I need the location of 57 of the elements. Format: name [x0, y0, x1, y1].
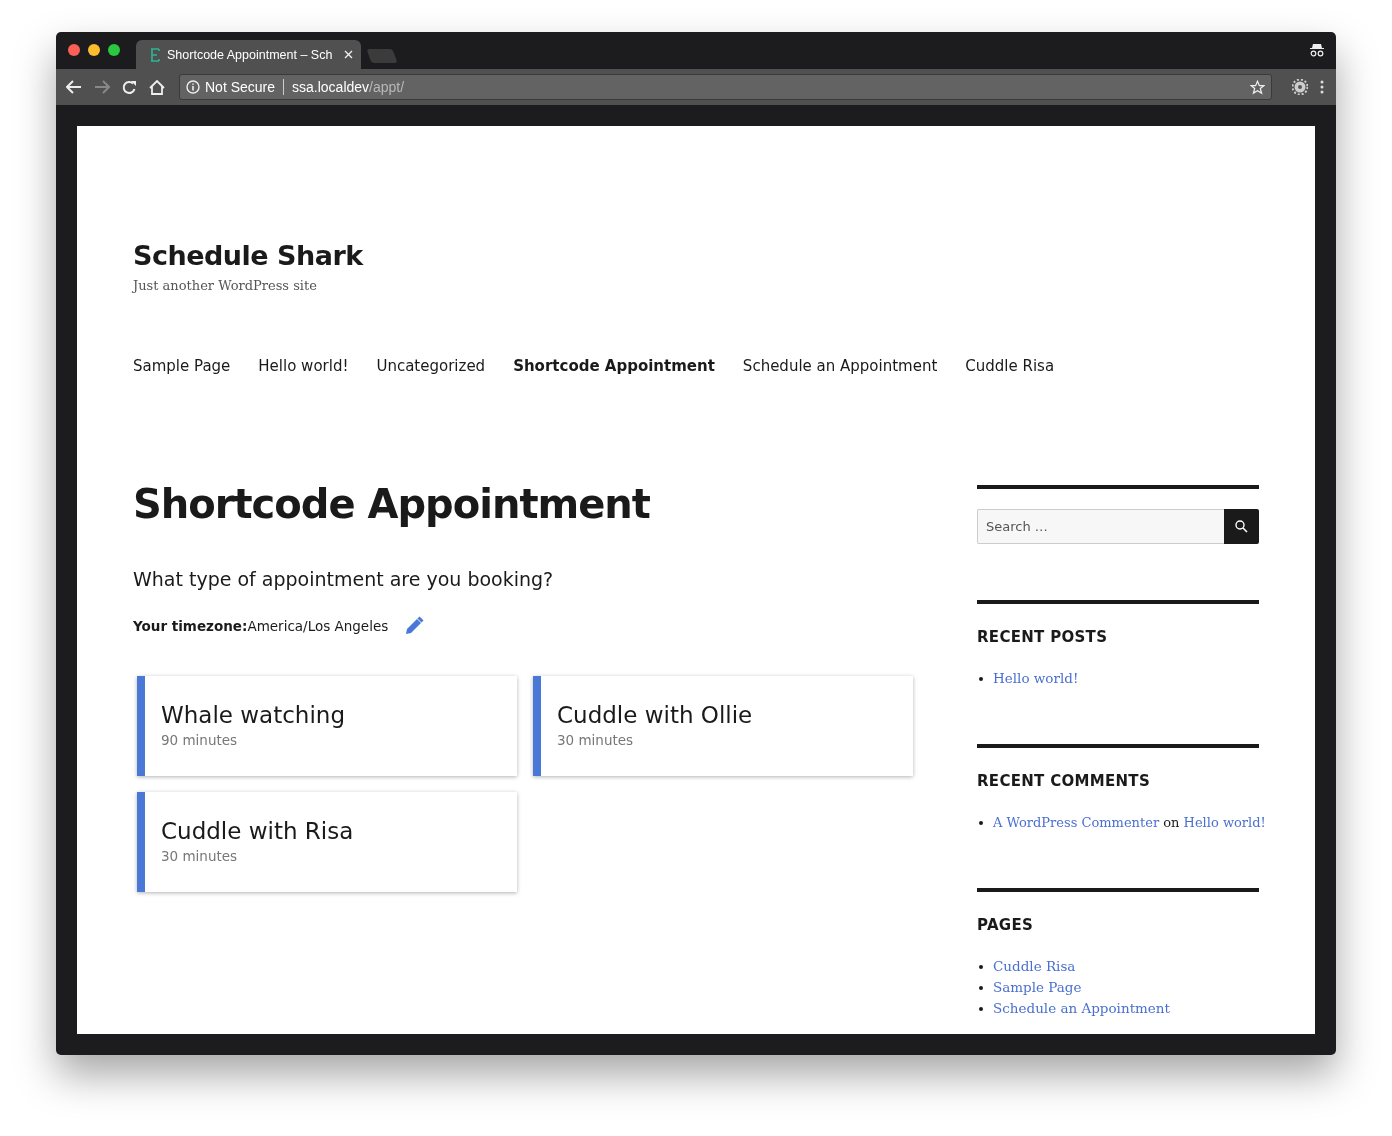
page-link[interactable]: Sample Page — [993, 977, 1082, 998]
search-button[interactable] — [1224, 509, 1259, 544]
nav-link[interactable]: Shortcode Appointment — [513, 357, 715, 375]
timezone-value: America/Los Angeles — [247, 618, 389, 634]
widget-heading: PAGES — [977, 916, 1035, 934]
close-icon[interactable] — [344, 50, 353, 59]
booking-question: What type of appointment are you booking? — [133, 568, 555, 590]
pencil-icon[interactable] — [404, 616, 425, 636]
timezone-label: Your timezone: — [133, 618, 248, 634]
page-link[interactable]: Schedule an Appointment — [993, 998, 1170, 1019]
appointment-name: Whale watching — [161, 702, 346, 728]
site-tagline: Just another WordPress site — [133, 278, 318, 293]
nav-link[interactable]: Uncategorized — [376, 357, 486, 375]
nav-link[interactable]: Schedule an Appointment — [742, 357, 938, 375]
incognito-icon — [1309, 43, 1325, 57]
info-icon — [186, 80, 200, 94]
search-icon — [1235, 520, 1248, 533]
comment-entry: A WordPress Commenter on Hello world! — [993, 814, 1266, 832]
page-title: Shortcode Appointment — [133, 480, 651, 529]
url-text: ssa.localdev/appt/ — [292, 79, 406, 95]
letter-e-icon — [150, 47, 160, 62]
bullet-icon — [979, 964, 983, 969]
security-label: Not Secure — [205, 79, 276, 95]
post-link[interactable]: Hello world! — [1183, 815, 1266, 830]
reload-icon[interactable] — [122, 79, 137, 95]
appointment-duration: 90 minutes — [161, 732, 239, 748]
minimize-window-icon[interactable] — [88, 43, 100, 56]
maximize-window-icon[interactable] — [108, 43, 120, 56]
widget-heading: RECENT POSTS — [977, 628, 1109, 646]
nav-link[interactable]: Hello world! — [258, 357, 349, 375]
bullet-icon — [979, 1006, 983, 1011]
appointment-type-card[interactable]: Whale watching 90 minutes — [137, 676, 517, 776]
nav-link[interactable]: Sample Page — [133, 357, 231, 375]
appointment-name: Cuddle with Ollie — [557, 702, 754, 728]
appointment-type-card[interactable]: Cuddle with Ollie 30 minutes — [533, 676, 913, 776]
close-window-icon[interactable] — [68, 43, 80, 56]
post-link[interactable]: Hello world! — [993, 668, 1079, 689]
widget-heading: RECENT COMMENTS — [977, 772, 1151, 790]
appointment-name: Cuddle with Risa — [161, 818, 355, 844]
browser-tab[interactable]: Shortcode Appointment – Sch — [136, 40, 361, 69]
appointment-duration: 30 minutes — [557, 732, 635, 748]
author-link[interactable]: A WordPress Commenter — [993, 815, 1160, 830]
appointment-type-card[interactable]: Cuddle with Risa 30 minutes — [137, 792, 517, 892]
page-link[interactable]: Cuddle Risa — [993, 956, 1076, 977]
bullet-icon — [979, 676, 983, 681]
address-bar[interactable]: Not Secure ssa.localdev/appt/ — [179, 74, 1272, 100]
gear-icon[interactable] — [1292, 79, 1308, 95]
bullet-icon — [979, 820, 983, 825]
appointment-duration: 30 minutes — [161, 848, 239, 864]
site-title[interactable]: Schedule Shark — [133, 238, 1259, 274]
nav-link[interactable]: Cuddle Risa — [965, 357, 1055, 375]
search-field[interactable]: Search … — [977, 509, 1224, 544]
bullet-icon — [979, 985, 983, 990]
star-icon[interactable] — [1250, 79, 1265, 95]
home-icon[interactable] — [149, 79, 165, 95]
menu-icon[interactable] — [1320, 80, 1324, 94]
back-arrow-icon[interactable] — [66, 80, 82, 94]
